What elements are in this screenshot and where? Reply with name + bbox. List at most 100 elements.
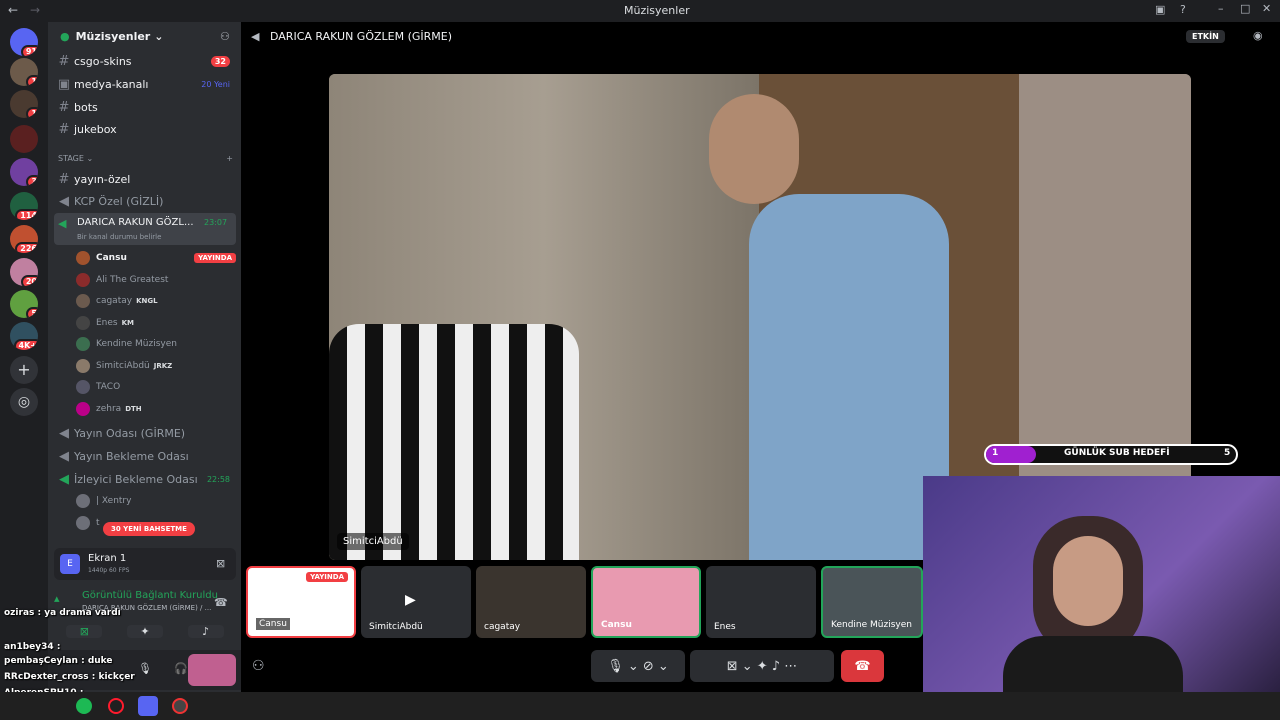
share-controls[interactable]: ⊠ ⌄ ✦ ♪ ⋯ xyxy=(690,650,834,682)
screen-share-panel: E Ekran 1 1440p 60 FPS ⊠ xyxy=(54,548,236,580)
mic-icon[interactable]: 🎙 xyxy=(138,662,152,675)
chat-message: an1bey34 : xyxy=(4,642,60,652)
channel-sidebar: ● Müzisyenler ⌄ ⚇ # csgo-skins 32 ▣ medya-k… xyxy=(48,22,241,692)
inbox-icon[interactable]: ▣ xyxy=(1155,3,1165,16)
voice-user[interactable]: TACO xyxy=(76,377,236,397)
server-icon[interactable]: 20 xyxy=(10,258,38,286)
participant-tile[interactable]: Cansu xyxy=(591,566,701,638)
close-icon[interactable]: ✕ xyxy=(1262,2,1271,15)
voice-user[interactable]: zehra DTH xyxy=(76,399,236,419)
dm-home-button[interactable]: 91 xyxy=(10,28,38,56)
maximize-icon[interactable]: □ xyxy=(1240,2,1250,15)
add-channel-icon[interactable]: + xyxy=(226,154,233,163)
server-header[interactable]: ● Müzisyenler ⌄ xyxy=(60,30,163,43)
avatar xyxy=(76,358,90,373)
discord-icon[interactable] xyxy=(138,696,158,716)
leave-call-button[interactable]: ☎ xyxy=(841,650,884,682)
chat-text: duke xyxy=(87,656,113,666)
headphones-icon[interactable]: 🎧 xyxy=(174,662,188,675)
spotify-icon[interactable] xyxy=(76,698,92,714)
voice-channel[interactable]: ◀ İzleyici Bekleme Odası 22:58 xyxy=(54,468,236,490)
channel-csgo-skins[interactable]: # csgo-skins 32 xyxy=(54,50,236,72)
server-icon[interactable] xyxy=(10,125,38,153)
channel-kcp-ozel[interactable]: ◀ KCP Özel (GİZLİ) xyxy=(54,190,236,212)
chevron-down-icon: ⌄ xyxy=(154,30,164,43)
voice-user[interactable]: Kendine Müzisyen xyxy=(76,334,236,354)
voice-user[interactable]: Ali The Greatest xyxy=(76,270,236,290)
server-icon[interactable]: 3 xyxy=(10,158,38,186)
camera-off-icon: ▶ xyxy=(405,592,416,608)
hash-icon: # xyxy=(58,171,70,187)
voice-user-name: Cansu xyxy=(96,253,127,263)
avatar xyxy=(76,494,90,508)
chat-message: oziras : ya drama vardı xyxy=(4,608,121,618)
voice-channel[interactable]: ◀ Yayın Odası (GİRME) xyxy=(54,422,236,444)
channel-bots[interactable]: # bots xyxy=(54,96,236,118)
disconnect-icon[interactable]: ☎ xyxy=(214,596,228,609)
streamer-face xyxy=(1053,536,1123,626)
minimize-icon[interactable]: – xyxy=(1218,2,1224,15)
server-icon[interactable]: 1 xyxy=(10,58,38,86)
server-icon[interactable]: 5 xyxy=(10,290,38,318)
stop-share-icon[interactable]: ⊠ xyxy=(216,557,225,570)
avatar xyxy=(76,516,90,530)
category-stage[interactable]: STAGE ⌄ + xyxy=(58,154,233,163)
voice-user[interactable]: SimitciAbdü JRKZ xyxy=(76,356,236,376)
chat-username: RRcDexter_cross xyxy=(4,672,89,682)
avatar xyxy=(76,337,90,351)
mic-toggle-button[interactable]: 🎙 ⌄ ⊘ ⌄ xyxy=(591,650,685,682)
activity-button[interactable]: ETKİN xyxy=(1186,30,1225,43)
chat-icon[interactable]: ◉ xyxy=(1253,29,1263,42)
invite-people-icon[interactable]: ⚇ xyxy=(252,658,265,674)
soundboard-button[interactable]: ♪ xyxy=(187,624,224,638)
server-icon[interactable]: 4K+ xyxy=(10,322,38,350)
signal-icon[interactable]: ▴ xyxy=(54,592,60,605)
voice-user-name: zehra xyxy=(96,403,122,414)
chat-message: RRcDexter_cross : kickçer xyxy=(4,672,135,682)
invite-icon[interactable]: ⚇ xyxy=(220,30,230,43)
discover-icon[interactable]: ◎ xyxy=(10,388,38,416)
speaker-icon: ◀ xyxy=(59,193,69,209)
window-title: Müzisyenler xyxy=(624,4,690,17)
hash-icon: # xyxy=(58,99,70,115)
voice-user[interactable]: Cansu YAYINDA xyxy=(76,248,236,268)
chat-username: an1bey34 xyxy=(4,642,54,652)
participant-tile[interactable]: Enes xyxy=(706,566,816,638)
participant-tile[interactable]: ▶ SimitciAbdü xyxy=(361,566,471,638)
new-mentions-banner[interactable]: 30 YENİ BAHSETME xyxy=(103,522,195,536)
channel-jukebox[interactable]: # jukebox xyxy=(54,118,236,140)
server-icon[interactable]: 226 xyxy=(10,225,38,253)
voice-user[interactable]: cagatay KNGL xyxy=(76,291,236,311)
streamer-webcam xyxy=(923,476,1280,692)
activity-button[interactable]: ✦ xyxy=(126,624,163,638)
face xyxy=(709,94,799,204)
server-rail: 91 1 1 3 114 226 20 5 4K+ + ◎ xyxy=(0,22,48,692)
opera-icon[interactable] xyxy=(108,698,124,714)
add-server-icon[interactable]: + xyxy=(10,356,38,384)
streamer-body xyxy=(1003,636,1183,692)
voice-user-name: Kendine Müzisyen xyxy=(96,339,177,349)
screen-share-icon: E xyxy=(60,554,80,574)
person xyxy=(749,194,949,560)
help-icon[interactable]: ? xyxy=(1180,3,1186,16)
voice-actions: ⊠ ✦ ♪ xyxy=(54,620,236,642)
server-icon[interactable]: 114 xyxy=(10,192,38,220)
voice-channel[interactable]: ◀ Yayın Bekleme Odası xyxy=(54,445,236,467)
active-voice-channel[interactable]: ◀ DARICA RAKUN GÖZL... 23:07 Bir kanal d… xyxy=(54,213,236,245)
participant-tile[interactable]: Kendine Müzisyen xyxy=(821,566,923,638)
participant-tile[interactable]: YAYINDA Cansu xyxy=(246,566,356,638)
avatar xyxy=(76,315,90,330)
back-arrow-icon[interactable]: ← xyxy=(8,3,18,17)
settings-icon[interactable] xyxy=(188,654,236,686)
channel-medya-kanali[interactable]: ▣ medya-kanalı 20 Yeni xyxy=(54,73,236,95)
obs-icon[interactable] xyxy=(172,698,188,714)
voice-user[interactable]: Enes KM xyxy=(76,313,236,333)
channel-yayin-ozel[interactable]: # yayın-özel xyxy=(54,168,236,190)
chat-separator: : xyxy=(53,642,61,652)
camera-button[interactable]: ⊠ xyxy=(66,624,103,638)
sub-goal-bar: 1 GÜNLÜK SUB HEDEFİ 5 xyxy=(984,444,1238,465)
voice-user[interactable]: | Xentry xyxy=(76,491,236,511)
forward-arrow-icon[interactable]: → xyxy=(30,3,40,17)
participant-tile[interactable]: cagatay xyxy=(476,566,586,638)
server-icon[interactable]: 1 xyxy=(10,90,38,118)
